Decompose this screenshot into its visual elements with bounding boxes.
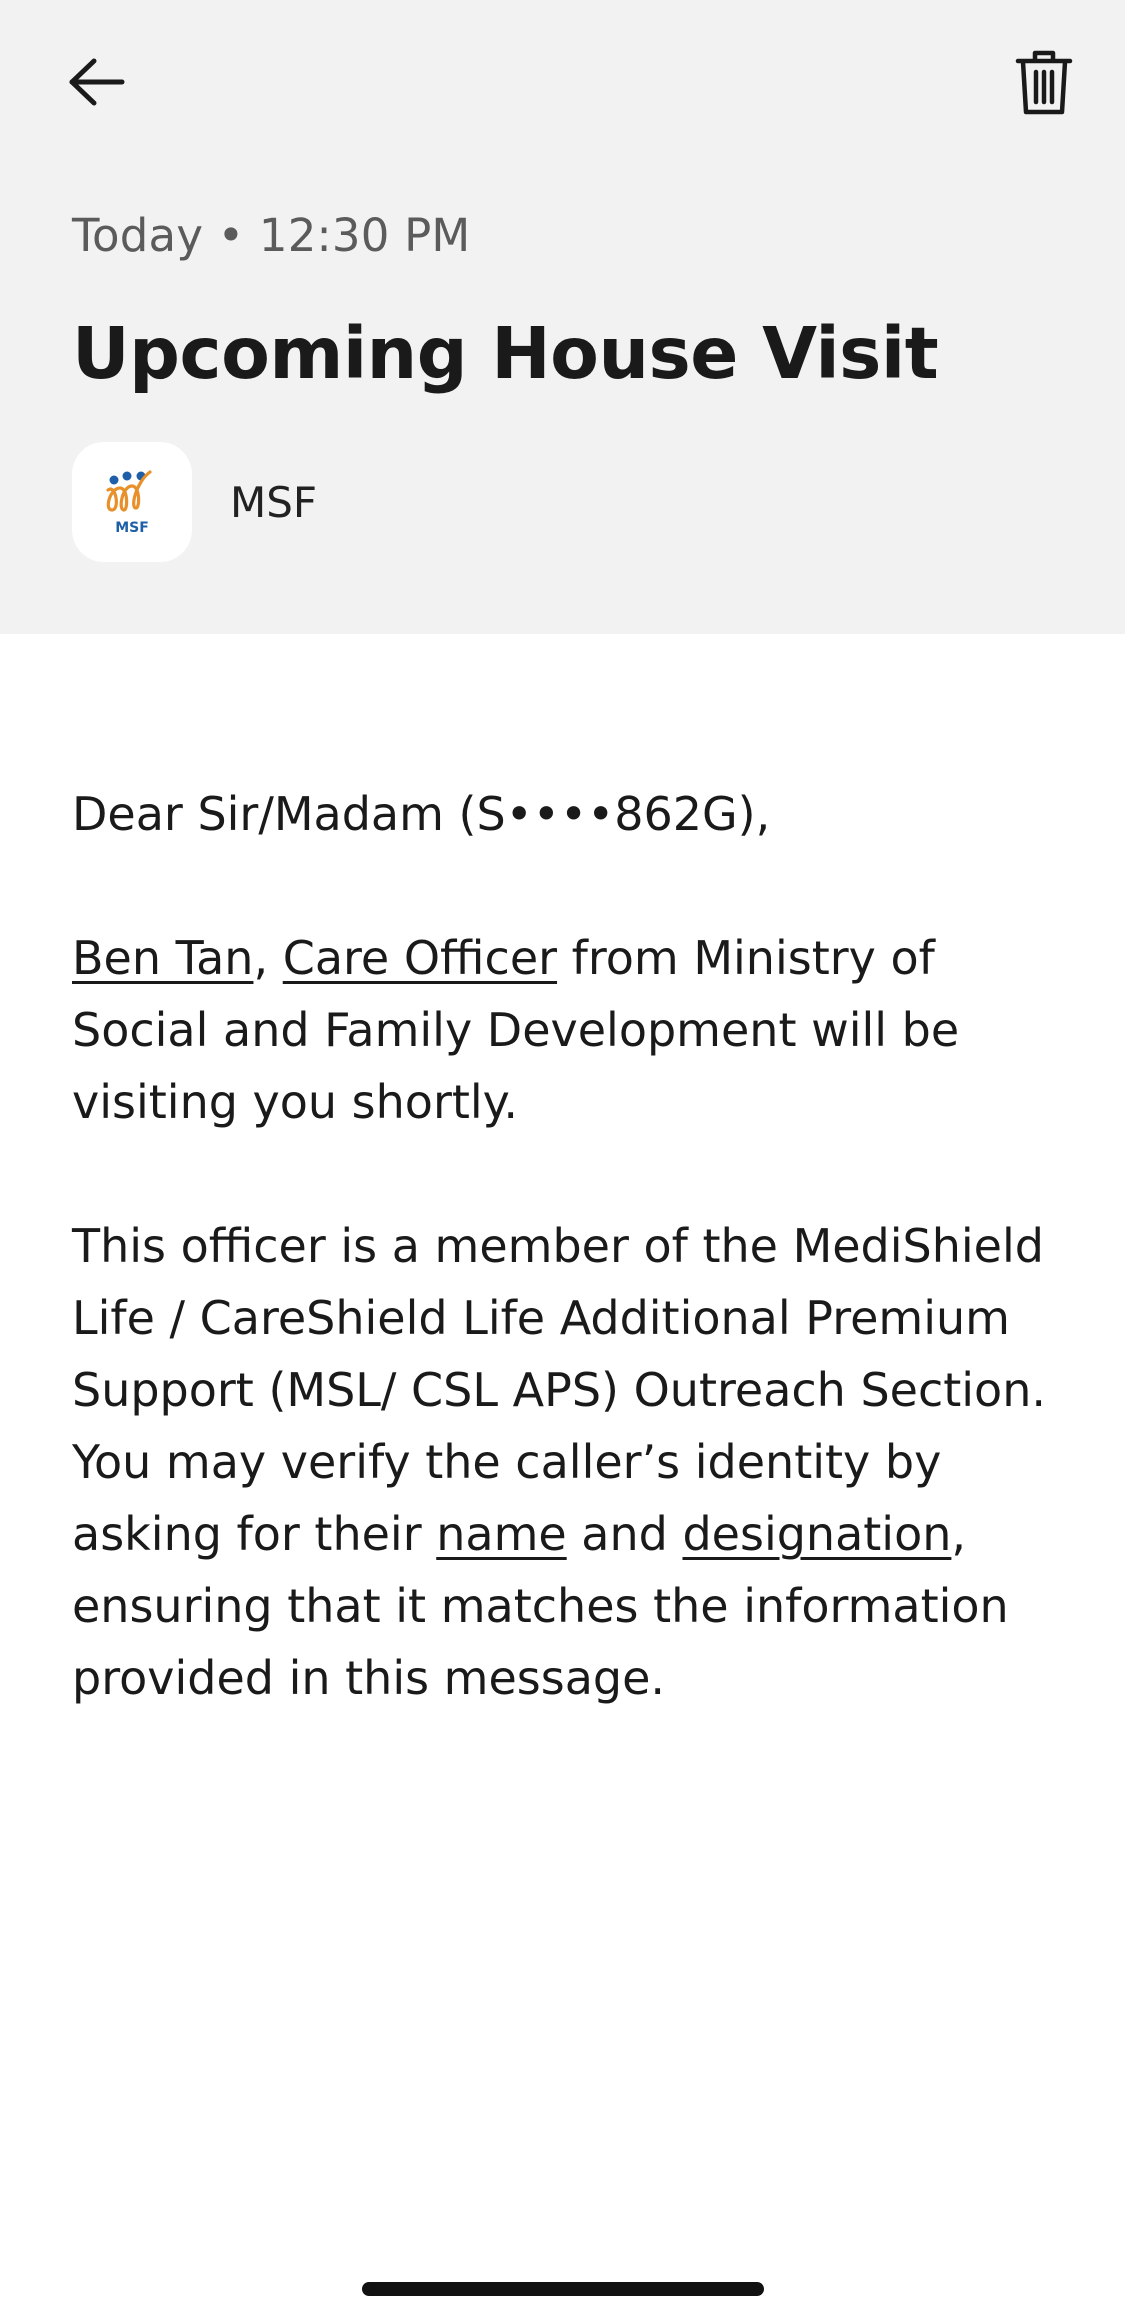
back-button[interactable] xyxy=(52,44,140,120)
arrow-left-icon xyxy=(69,58,125,106)
page-title: Upcoming House Visit xyxy=(72,312,939,395)
separator-text: , xyxy=(253,931,283,985)
verification-paragraph: This officer is a member of the MediShie… xyxy=(72,1210,1072,1714)
message-header: Today • 12:30 PM Upcoming House Visit MS… xyxy=(0,0,1125,634)
and-text: and xyxy=(566,1507,683,1561)
name-link[interactable]: name xyxy=(436,1507,566,1561)
home-indicator[interactable] xyxy=(362,2282,764,2296)
message-body: Dear Sir/Madam (S••••862G), Ben Tan, Car… xyxy=(72,778,1072,1786)
msf-logo: MSF xyxy=(72,442,192,562)
trash-icon xyxy=(1015,50,1073,115)
sender-name: MSF xyxy=(230,477,318,527)
designation-link[interactable]: designation xyxy=(682,1507,951,1561)
message-timestamp: Today • 12:30 PM xyxy=(72,209,471,262)
sender-row: MSF MSF xyxy=(72,442,317,562)
officer-role-link[interactable]: Care Officer xyxy=(283,931,557,985)
officer-name-link[interactable]: Ben Tan xyxy=(72,931,253,985)
message-detail-screen: Today • 12:30 PM Upcoming House Visit MS… xyxy=(0,0,1125,2320)
greeting: Dear Sir/Madam (S••••862G), xyxy=(72,787,771,841)
delete-button[interactable] xyxy=(1000,38,1088,126)
intro-paragraph: Ben Tan, Care Officer from Ministry of S… xyxy=(72,922,1072,1138)
svg-text:MSF: MSF xyxy=(115,520,149,536)
